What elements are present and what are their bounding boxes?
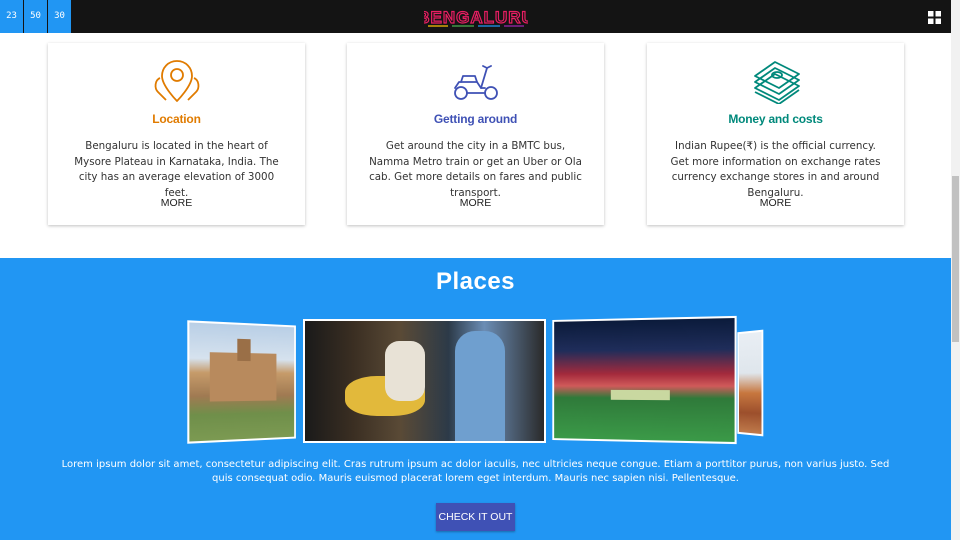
clock-hours: 23 — [0, 0, 23, 33]
card-getting-around: Getting around Get around the city in a … — [347, 43, 604, 225]
check-it-out-button[interactable]: CHECK IT OUT — [436, 503, 515, 531]
clock-minutes: 50 — [24, 0, 47, 33]
more-link[interactable]: MORE — [647, 197, 904, 209]
map-pin-icon — [154, 60, 200, 102]
clock: 23 50 30 — [0, 0, 71, 33]
photo-street-food[interactable] — [303, 319, 546, 443]
card-money-and-costs: Money and costs Indian Rupee(₹) is the o… — [647, 43, 904, 225]
photo-palace[interactable] — [187, 320, 296, 444]
logo-text: BENGALURU — [424, 8, 528, 27]
card-text: Bengaluru is located in the heart of Mys… — [74, 140, 279, 199]
places-description: Lorem ipsum dolor sit amet, consectetur … — [61, 459, 890, 484]
card-title: Money and costs — [728, 112, 823, 126]
section-title: Places — [435, 268, 516, 295]
grid-icon[interactable] — [928, 11, 941, 24]
more-link[interactable]: MORE — [347, 197, 604, 209]
scrollbar-thumb[interactable] — [952, 176, 959, 342]
info-cards-section: Location Bengaluru is located in the hea… — [0, 33, 951, 258]
card-location: Location Bengaluru is located in the hea… — [48, 43, 305, 225]
top-bar: 23 50 30 BENGALURU — [0, 0, 951, 33]
photo-stadium[interactable] — [552, 315, 737, 445]
places-section: Places Lorem ipsum dolor sit amet, conse… — [0, 258, 951, 540]
card-title: Getting around — [433, 112, 518, 126]
scooter-icon — [454, 65, 498, 100]
bengaluru-logo[interactable]: BENGALURU — [424, 6, 528, 28]
card-text: Get around the city in a BMTC bus, Namma… — [369, 140, 582, 199]
money-stack-icon — [754, 61, 800, 104]
card-text: Indian Rupee(₹) is the official currency… — [670, 140, 881, 199]
photo-monument[interactable] — [737, 329, 764, 437]
clock-seconds: 30 — [48, 0, 71, 33]
more-link[interactable]: MORE — [48, 197, 305, 209]
card-title: Location — [152, 112, 201, 126]
